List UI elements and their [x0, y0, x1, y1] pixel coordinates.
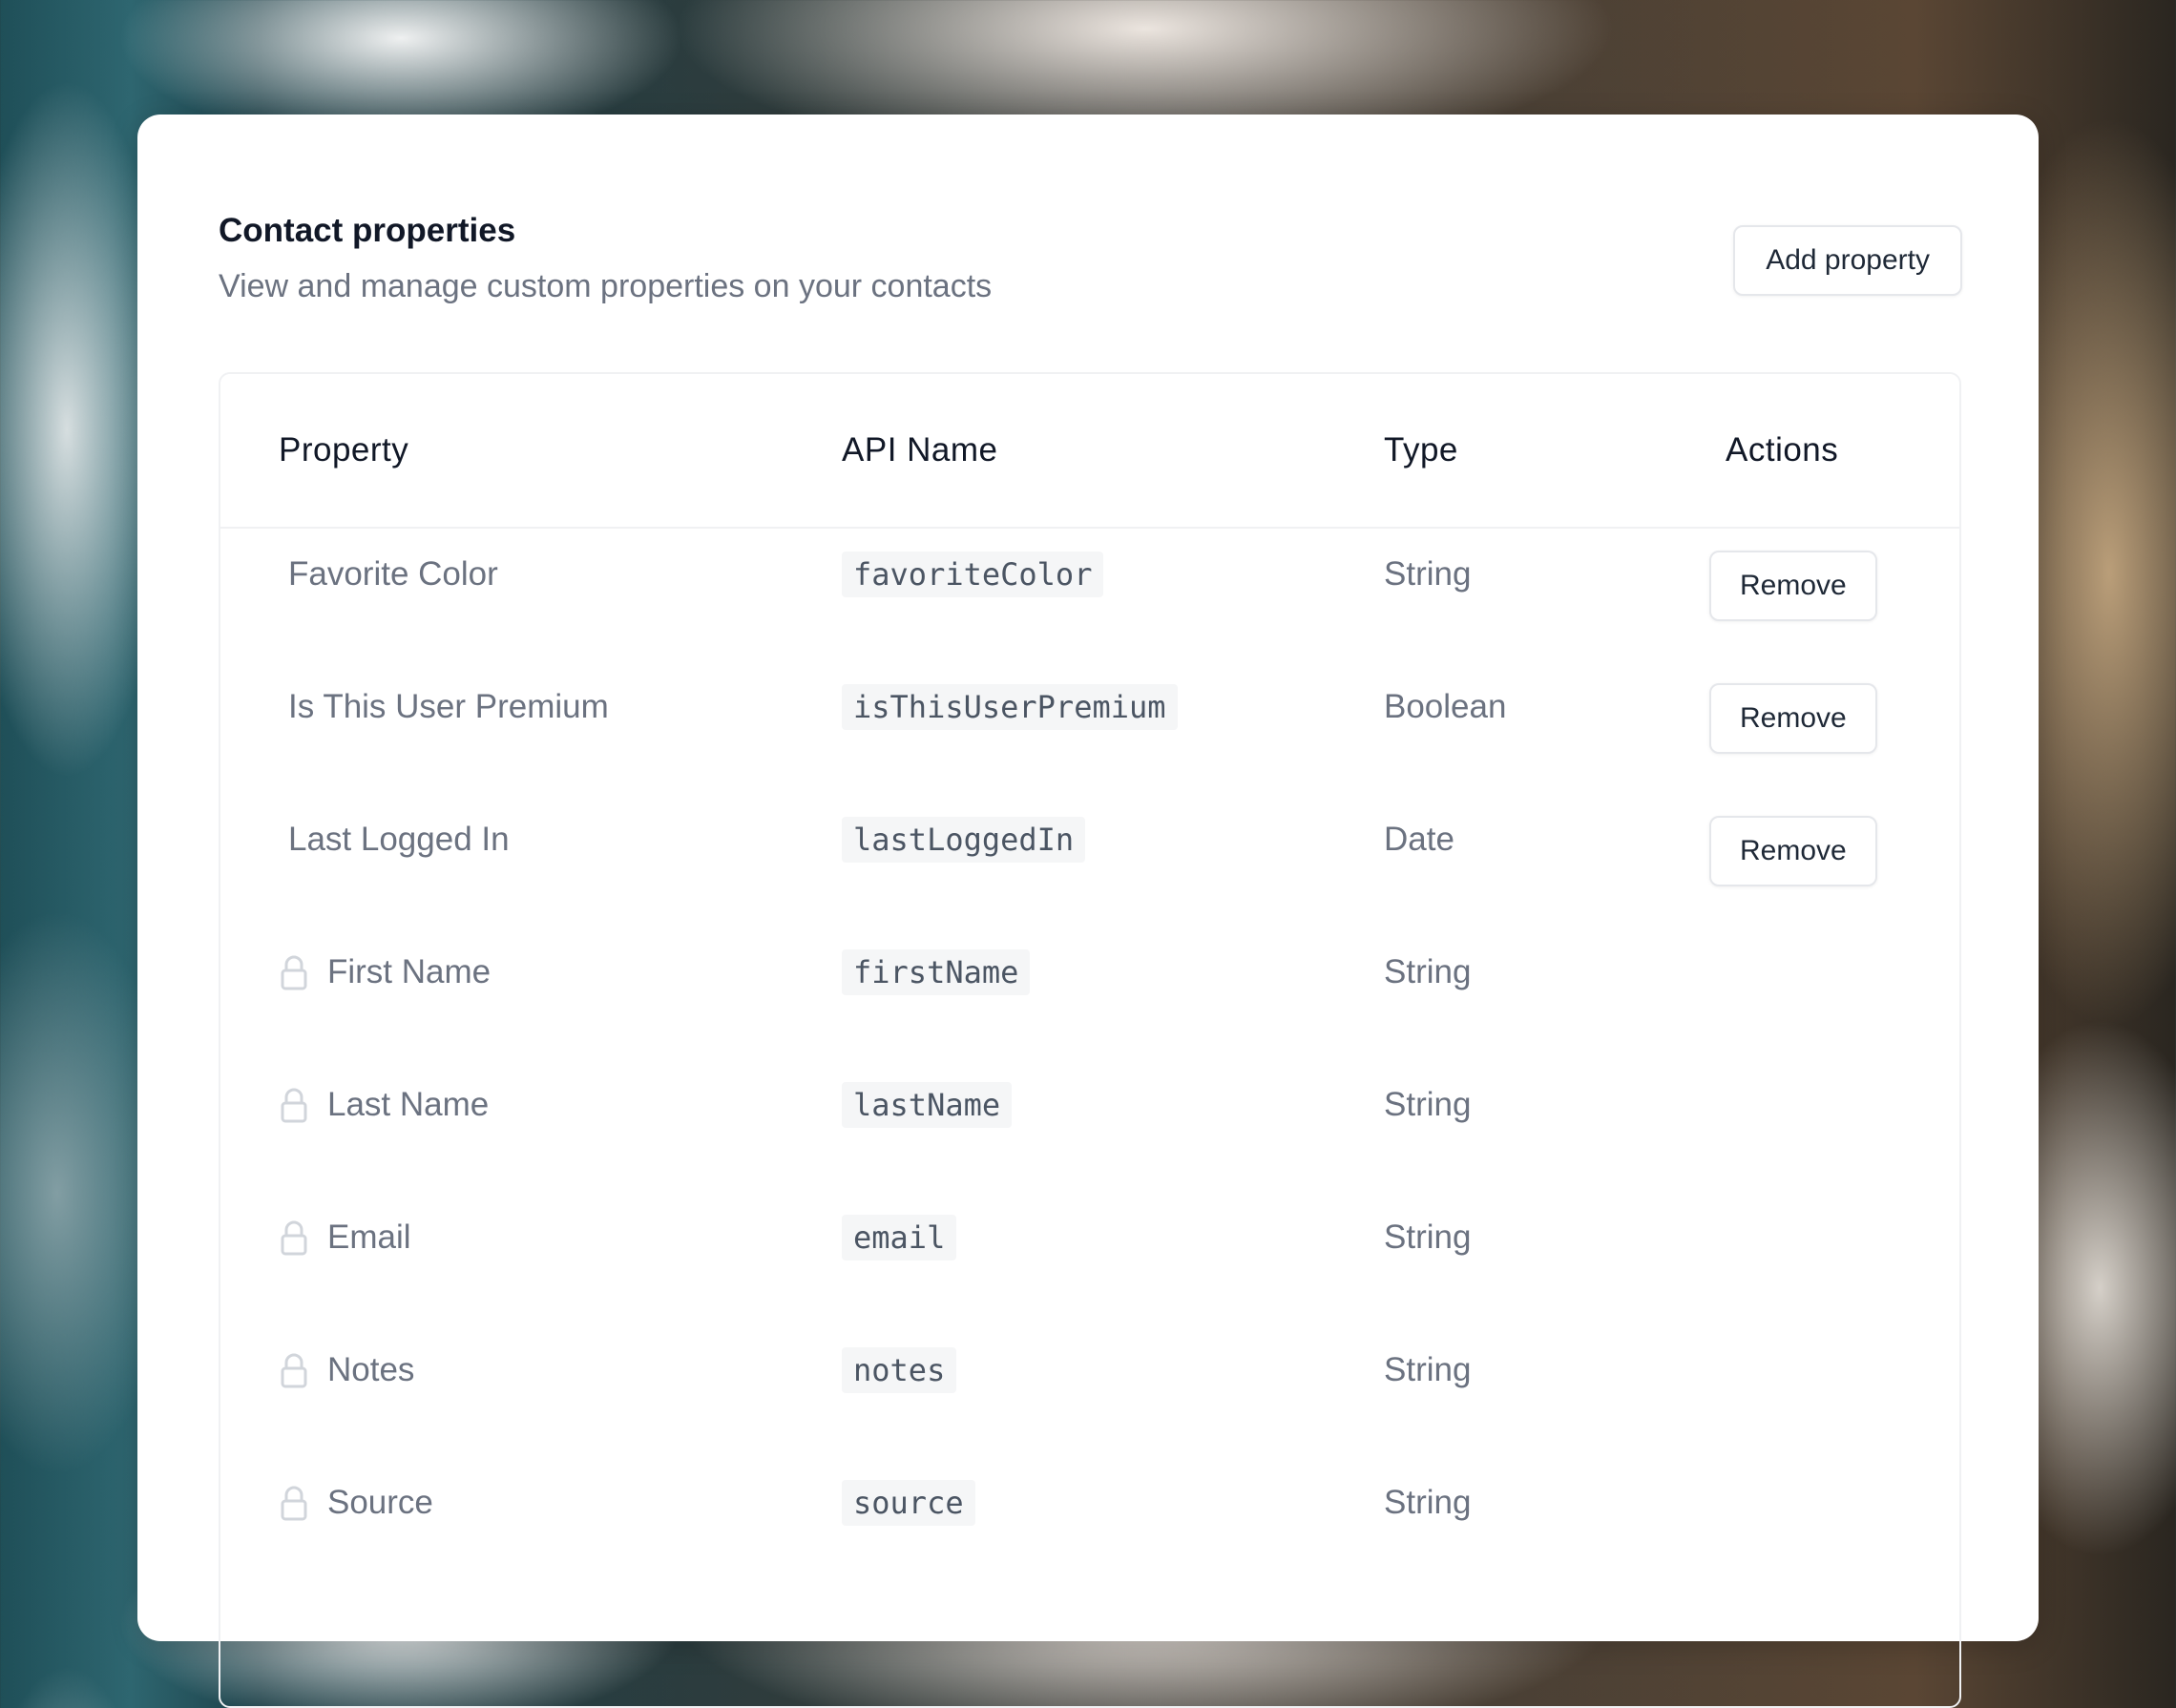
remove-button[interactable]: Remove: [1709, 682, 1877, 754]
api-name-code: favoriteColor: [842, 551, 1104, 597]
property-cell: Last Logged In: [288, 773, 510, 906]
column-header-actions: Actions: [1726, 431, 1839, 469]
table-row: Is This User Premium isThisUserPremium Boo…: [220, 640, 1959, 773]
property-type: String: [1384, 1085, 1472, 1123]
property-name: Notes: [327, 1350, 415, 1388]
lock-icon: [280, 1219, 308, 1257]
property-type: String: [1384, 554, 1472, 593]
table-row: Last Logged In lastLoggedIn Date Remove: [220, 773, 1959, 906]
property-name: First Name: [327, 952, 492, 990]
property-type: String: [1384, 1218, 1472, 1256]
property-name: Last Name: [327, 1085, 490, 1123]
api-name-cell: lastLoggedIn: [842, 773, 1086, 906]
api-name-cell: favoriteColor: [842, 508, 1104, 640]
table-row: First Name firstName String: [220, 906, 1959, 1038]
property-type: String: [1384, 952, 1472, 990]
table-header: Property API Name Type Actions: [220, 374, 1959, 529]
api-name-cell: notes: [842, 1303, 957, 1436]
api-name-cell: source: [842, 1436, 975, 1569]
property-cell: Source: [280, 1436, 433, 1569]
api-name-code: email: [842, 1214, 957, 1260]
api-name-code: isThisUserPremium: [842, 683, 1178, 730]
card-header: Contact properties View and manage custo…: [219, 210, 1962, 307]
api-name-cell: isThisUserPremium: [842, 640, 1178, 773]
contact-properties-card: Contact properties View and manage custo…: [137, 115, 2039, 1708]
lock-icon: [280, 1484, 308, 1522]
property-type: String: [1384, 1350, 1472, 1388]
property-cell: Last Name: [280, 1038, 489, 1171]
property-cell: Notes: [280, 1303, 414, 1436]
type-cell: String: [1384, 508, 1471, 640]
remove-button[interactable]: Remove: [1709, 815, 1877, 886]
property-type: Boolean: [1384, 687, 1507, 725]
api-name-cell: email: [842, 1171, 957, 1303]
property-name: Is This User Premium: [288, 687, 609, 725]
table-row: Email email String: [220, 1171, 1959, 1303]
properties-table: Property API Name Type Actions Favorite …: [219, 372, 1961, 1708]
property-cell: Favorite Color: [288, 508, 498, 640]
property-name: Source: [327, 1483, 433, 1521]
property-cell: Email: [280, 1171, 411, 1303]
page-subtitle: View and manage custom properties on you…: [219, 268, 993, 304]
type-cell: Boolean: [1384, 640, 1506, 773]
actions-cell: Remove: [1709, 640, 1877, 773]
api-name-code: notes: [842, 1346, 957, 1393]
actions-cell: Remove: [1709, 773, 1877, 906]
type-cell: String: [1384, 1436, 1471, 1569]
add-property-button[interactable]: Add property: [1733, 225, 1962, 296]
type-cell: String: [1384, 1303, 1471, 1436]
api-name-code: firstName: [842, 948, 1031, 995]
property-cell: Is This User Premium: [288, 640, 609, 773]
page-title: Contact properties: [219, 212, 516, 249]
type-cell: String: [1384, 906, 1471, 1038]
api-name-code: lastName: [842, 1081, 1013, 1128]
type-cell: String: [1384, 1171, 1471, 1303]
column-header-api-name: API Name: [842, 431, 998, 469]
api-name-code: source: [842, 1479, 975, 1526]
table-row: Notes notes String: [220, 1303, 1959, 1436]
api-name-code: lastLoggedIn: [842, 816, 1086, 863]
property-cell: First Name: [280, 906, 491, 1038]
property-type: String: [1384, 1483, 1472, 1521]
api-name-cell: lastName: [842, 1038, 1013, 1171]
lock-icon: [280, 1351, 308, 1389]
remove-button[interactable]: Remove: [1709, 550, 1877, 621]
lock-icon: [280, 1086, 308, 1124]
actions-cell: Remove: [1709, 508, 1877, 640]
type-cell: Date: [1384, 773, 1454, 906]
lock-icon: [280, 953, 308, 991]
type-cell: String: [1384, 1038, 1471, 1171]
api-name-cell: firstName: [842, 906, 1031, 1038]
property-type: Date: [1384, 820, 1454, 858]
column-header-type: Type: [1384, 431, 1458, 469]
column-header-property: Property: [279, 431, 409, 469]
property-name: Last Logged In: [288, 820, 510, 858]
property-name: Favorite Color: [288, 554, 498, 593]
table-row: Favorite Color favoriteColor String Remove: [220, 508, 1959, 640]
table-row: Last Name lastName String: [220, 1038, 1959, 1171]
property-name: Email: [327, 1218, 411, 1256]
table-row: Source source String: [220, 1436, 1959, 1569]
